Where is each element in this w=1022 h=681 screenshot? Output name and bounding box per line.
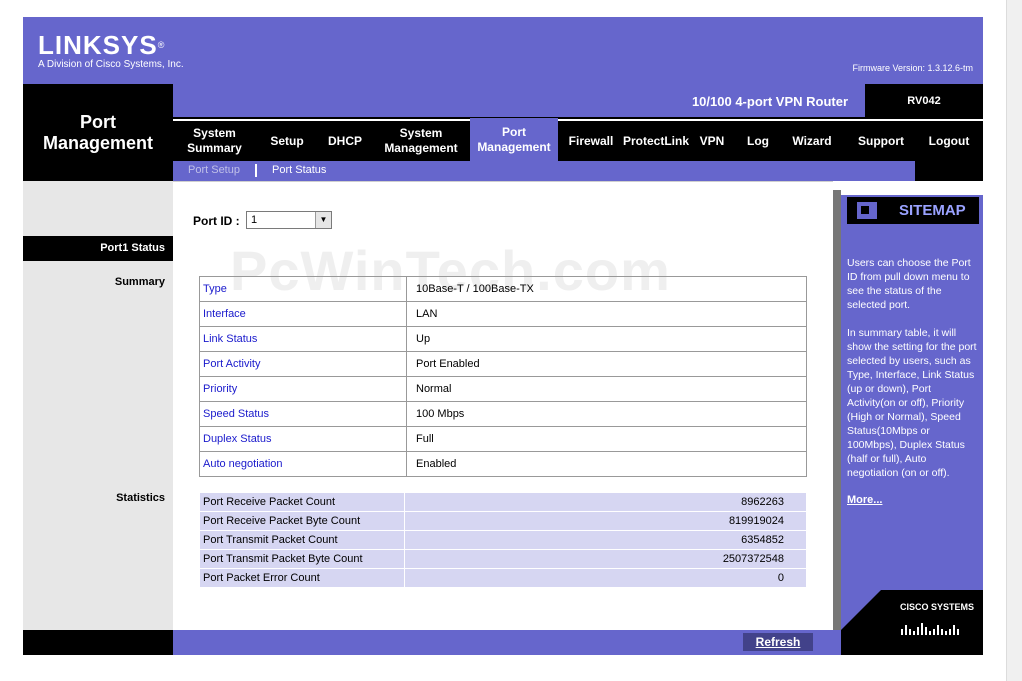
summary-value: 100 Mbps	[406, 401, 807, 427]
submenu-right-block	[915, 161, 983, 181]
top-banner: LINKSYS® A Division of Cisco Systems, In…	[23, 17, 983, 84]
summary-key: Port Activity	[199, 351, 407, 377]
product-name: 10/100 4-port VPN Router	[691, 94, 848, 109]
summary-key: Interface	[199, 301, 407, 327]
table-row: Speed Status 100 Mbps	[199, 401, 807, 427]
sitemap-icon	[857, 202, 877, 219]
menu-system-summary[interactable]: System Summary	[177, 121, 252, 161]
linksys-logo: LINKSYS®	[38, 30, 166, 60]
sitemap-panel: SITEMAP Users can choose the Port ID fro…	[841, 195, 983, 630]
stat-value: 2507372548	[404, 549, 807, 569]
menu-dhcp[interactable]: DHCP	[321, 121, 369, 161]
cisco-logo-block: CISCO SYSTEMS	[841, 590, 983, 655]
summary-value: 10Base-T / 100Base-TX	[406, 276, 807, 302]
menu-vpn[interactable]: VPN	[695, 121, 729, 161]
summary-value: Port Enabled	[406, 351, 807, 377]
port-id-label: Port ID :	[193, 214, 240, 228]
menu-support[interactable]: Support	[853, 121, 909, 161]
sitemap-title: SITEMAP	[899, 202, 966, 219]
menu-log[interactable]: Log	[739, 121, 777, 161]
sitemap-header[interactable]: SITEMAP	[847, 197, 979, 224]
summary-table: Type 10Base-T / 100Base-TX Interface LAN L…	[199, 276, 807, 477]
summary-value: LAN	[406, 301, 807, 327]
menu-protectlink[interactable]: ProtectLink	[623, 121, 689, 161]
summary-key: Priority	[199, 376, 407, 402]
summary-key: Duplex Status	[199, 426, 407, 452]
table-row: Priority Normal	[199, 376, 807, 402]
page-title: Port Management	[42, 112, 154, 153]
footer-left	[23, 630, 173, 655]
model-name: RV042	[865, 84, 983, 119]
cisco-bars-icon	[901, 617, 961, 635]
firmware-version: Firmware Version: 1.3.12.6-tm	[852, 63, 973, 73]
content-shadow	[833, 190, 841, 630]
menu-firewall[interactable]: Firewall	[565, 121, 617, 161]
table-row: Duplex Status Full	[199, 426, 807, 452]
menu-logout[interactable]: Logout	[921, 121, 977, 161]
table-row: Port Packet Error Count 0	[199, 568, 807, 588]
summary-label: Summary	[114, 276, 165, 288]
table-row: Port Activity Port Enabled	[199, 351, 807, 377]
menu-port-management[interactable]: Port Management	[470, 118, 558, 161]
summary-value: Up	[406, 326, 807, 352]
submenu-bar: Port Setup Port Status	[173, 161, 915, 181]
summary-value: Normal	[406, 376, 807, 402]
stat-value: 819919024	[404, 511, 807, 531]
product-bar: 10/100 4-port VPN Router RV042	[173, 84, 983, 119]
table-row: Link Status Up	[199, 326, 807, 352]
help-text: Users can choose the Port ID from pull d…	[847, 257, 977, 479]
browser-page: LINKSYS® A Division of Cisco Systems, In…	[0, 0, 1022, 681]
table-row: Port Receive Packet Count 8962263	[199, 492, 807, 512]
stat-key: Port Transmit Packet Count	[199, 530, 405, 550]
menu-system-management[interactable]: System Management	[379, 121, 463, 161]
table-row: Type 10Base-T / 100Base-TX	[199, 276, 807, 302]
stat-value: 8962263	[404, 492, 807, 512]
submenu-port-status[interactable]: Port Status	[272, 164, 326, 176]
page-title-block: Port Management	[23, 84, 173, 181]
menu-setup[interactable]: Setup	[263, 121, 311, 161]
footer-bar	[173, 630, 841, 655]
stat-key: Port Receive Packet Byte Count	[199, 511, 405, 531]
stat-key: Port Receive Packet Count	[199, 492, 405, 512]
menu-wizard[interactable]: Wizard	[787, 121, 837, 161]
statistics-label: Statistics	[116, 492, 165, 504]
summary-key: Type	[199, 276, 407, 302]
summary-value: Enabled	[406, 451, 807, 477]
cisco-logo: CISCO SYSTEMS	[900, 602, 975, 612]
section-title: Port1 Status	[23, 236, 173, 261]
summary-key: Auto negotiation	[199, 451, 407, 477]
more-link[interactable]: More...	[847, 494, 882, 506]
statistics-table: Port Receive Packet Count 8962263 Port Re…	[199, 492, 807, 588]
table-row: Port Transmit Packet Byte Count 250737254…	[199, 549, 807, 569]
port-id-select[interactable]: 1 ▼	[246, 211, 332, 229]
main-top-spacer	[173, 181, 833, 190]
summary-key: Speed Status	[199, 401, 407, 427]
table-row: Port Transmit Packet Count 6354852	[199, 530, 807, 550]
stat-key: Port Transmit Packet Byte Count	[199, 549, 405, 569]
vertical-scrollbar[interactable]	[1006, 0, 1022, 681]
stat-value: 6354852	[404, 530, 807, 550]
stat-key: Port Packet Error Count	[199, 568, 405, 588]
chevron-down-icon[interactable]: ▼	[315, 212, 331, 228]
summary-key: Link Status	[199, 326, 407, 352]
port-id-value: 1	[251, 214, 258, 226]
stat-value: 0	[404, 568, 807, 588]
table-row: Interface LAN	[199, 301, 807, 327]
main-menu: System Summary Setup DHCP System Managem…	[173, 118, 983, 161]
table-row: Port Receive Packet Byte Count 819919024	[199, 511, 807, 531]
table-row: Auto negotiation Enabled	[199, 451, 807, 477]
submenu-divider	[255, 164, 257, 177]
left-column: Port1 Status Summary Statistics	[23, 181, 173, 630]
summary-value: Full	[406, 426, 807, 452]
submenu-port-setup[interactable]: Port Setup	[188, 164, 240, 176]
brand-tagline: A Division of Cisco Systems, Inc.	[38, 59, 184, 70]
refresh-button[interactable]: Refresh	[743, 633, 813, 651]
